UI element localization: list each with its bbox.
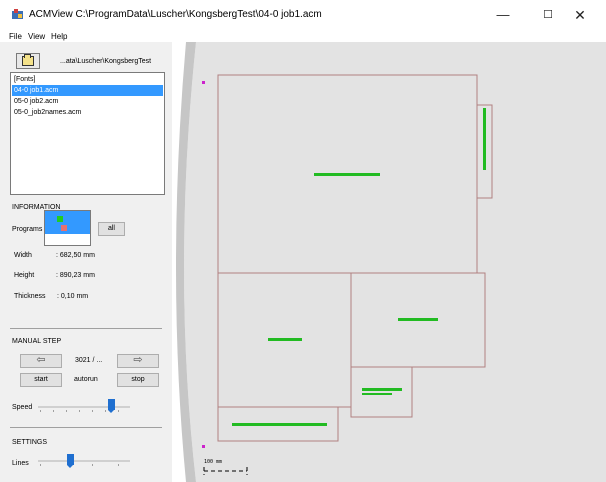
slider-tick xyxy=(118,464,119,466)
maximize-button[interactable]: ☐ xyxy=(533,4,563,26)
origin-marker xyxy=(202,445,205,448)
menu-bar: File View Help xyxy=(0,30,606,42)
canvas-background xyxy=(184,42,606,482)
folder-up-icon xyxy=(22,54,34,66)
slider-tick xyxy=(92,464,93,466)
menu-file[interactable]: File xyxy=(9,32,22,41)
file-list-item[interactable]: 05-0 job2.acm xyxy=(12,96,163,107)
slider-tick xyxy=(66,410,67,412)
separator xyxy=(10,328,162,329)
slider-tick xyxy=(118,410,119,412)
manual-step-heading: MANUAL STEP xyxy=(12,338,62,345)
minimize-button[interactable]: — xyxy=(488,4,518,26)
window-title: ACMView C:\ProgramData\Luscher\Kongsberg… xyxy=(29,9,322,20)
control-panel: ...ata\Luscher\KongsbergTest [Fonts] 04-… xyxy=(0,42,172,482)
slider-tick xyxy=(40,464,41,466)
engraving-text xyxy=(362,388,402,391)
scale-label: 100 mm xyxy=(204,459,222,465)
slider-tick xyxy=(79,410,80,412)
start-button[interactable]: start xyxy=(20,373,62,387)
lines-slider-thumb[interactable] xyxy=(66,454,74,468)
all-programs-button[interactable]: all xyxy=(98,222,125,236)
height-label: Height xyxy=(14,272,35,279)
engraving-text xyxy=(398,318,438,321)
slider-tick xyxy=(53,410,54,412)
file-list-item[interactable]: [Fonts] xyxy=(12,74,163,85)
speed-slider-thumb[interactable] xyxy=(108,399,116,413)
file-list-item[interactable]: 04-0 job1.acm xyxy=(12,85,163,96)
job-preview-canvas[interactable]: 100 mm xyxy=(172,42,606,482)
job-preview-drawing: 100 mm xyxy=(176,42,606,482)
close-button[interactable]: ✕ xyxy=(565,4,595,26)
origin-marker xyxy=(202,81,205,84)
lines-label: Lines xyxy=(12,460,29,467)
engraving-text xyxy=(268,338,302,341)
lines-slider-track[interactable] xyxy=(38,460,130,462)
thickness-label: Thickness xyxy=(14,293,46,300)
programs-list[interactable] xyxy=(44,210,91,246)
stop-button[interactable]: stop xyxy=(117,373,159,387)
prev-step-button[interactable]: ⇦ xyxy=(20,354,62,368)
folder-up-button[interactable] xyxy=(16,53,40,69)
arrow-right-icon: ⇨ xyxy=(133,354,143,366)
width-label: Width xyxy=(14,252,32,259)
program-color-green xyxy=(57,216,63,222)
engraving-text xyxy=(483,108,486,170)
step-counter: 3021 / ... xyxy=(75,357,103,364)
menu-view[interactable]: View xyxy=(28,32,45,41)
file-list[interactable]: [Fonts] 04-0 job1.acm 05-0 job2.acm 05-0… xyxy=(10,72,165,195)
autorun-label[interactable]: autorun xyxy=(74,376,98,383)
slider-tick xyxy=(40,410,41,412)
separator xyxy=(10,427,162,428)
thickness-value: : 0,10 mm xyxy=(57,293,89,300)
engraving-text xyxy=(232,423,327,426)
file-list-item[interactable]: 05-0_job2names.acm xyxy=(12,107,163,118)
programs-list-selection[interactable] xyxy=(45,211,90,234)
speed-slider-track[interactable] xyxy=(38,406,130,408)
current-path: ...ata\Luscher\KongsbergTest xyxy=(60,58,152,65)
slider-tick xyxy=(105,410,106,412)
engraving-text xyxy=(362,393,392,395)
settings-heading: SETTINGS xyxy=(12,439,48,446)
title-bar: ACMView C:\ProgramData\Luscher\Kongsberg… xyxy=(0,0,606,30)
next-step-button[interactable]: ⇨ xyxy=(117,354,159,368)
speed-label: Speed xyxy=(12,404,33,411)
programs-label: Programs xyxy=(12,226,43,233)
width-value: : 682,50 mm xyxy=(56,252,95,259)
program-color-red xyxy=(61,225,67,231)
height-value: : 890,23 mm xyxy=(56,272,95,279)
arrow-left-icon: ⇦ xyxy=(36,354,46,366)
acmview-app-icon xyxy=(12,9,23,19)
engraving-text xyxy=(314,173,380,176)
menu-help[interactable]: Help xyxy=(51,32,67,41)
slider-tick xyxy=(92,410,93,412)
